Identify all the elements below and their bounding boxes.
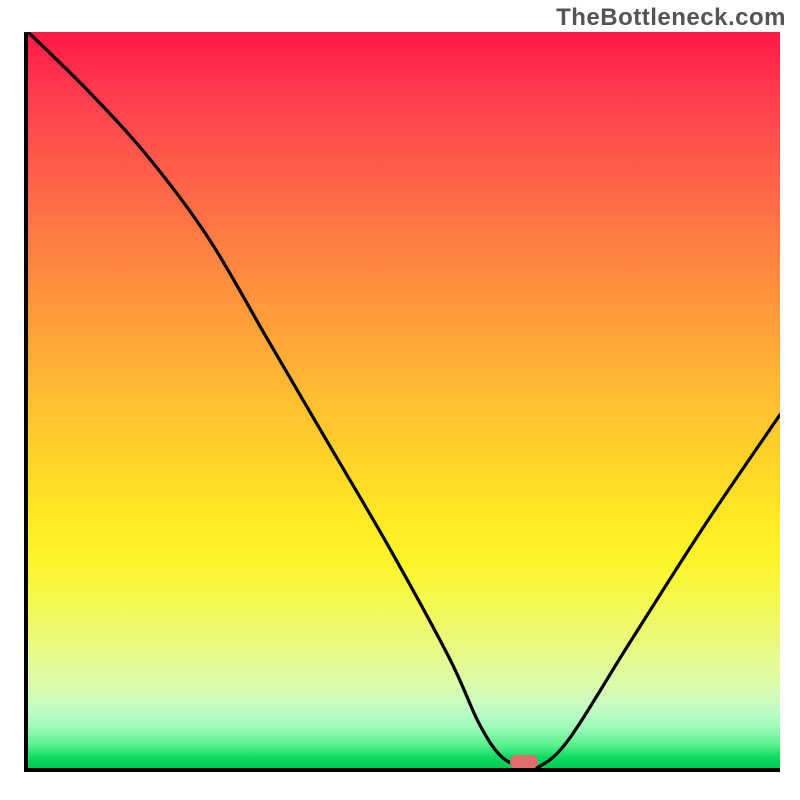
plot-area xyxy=(24,32,780,772)
chart-stage: TheBottleneck.com xyxy=(0,0,800,800)
optimal-point-marker xyxy=(510,755,538,769)
bottleneck-curve xyxy=(28,32,780,769)
watermark-text: TheBottleneck.com xyxy=(556,4,786,32)
curve-layer xyxy=(28,32,780,768)
